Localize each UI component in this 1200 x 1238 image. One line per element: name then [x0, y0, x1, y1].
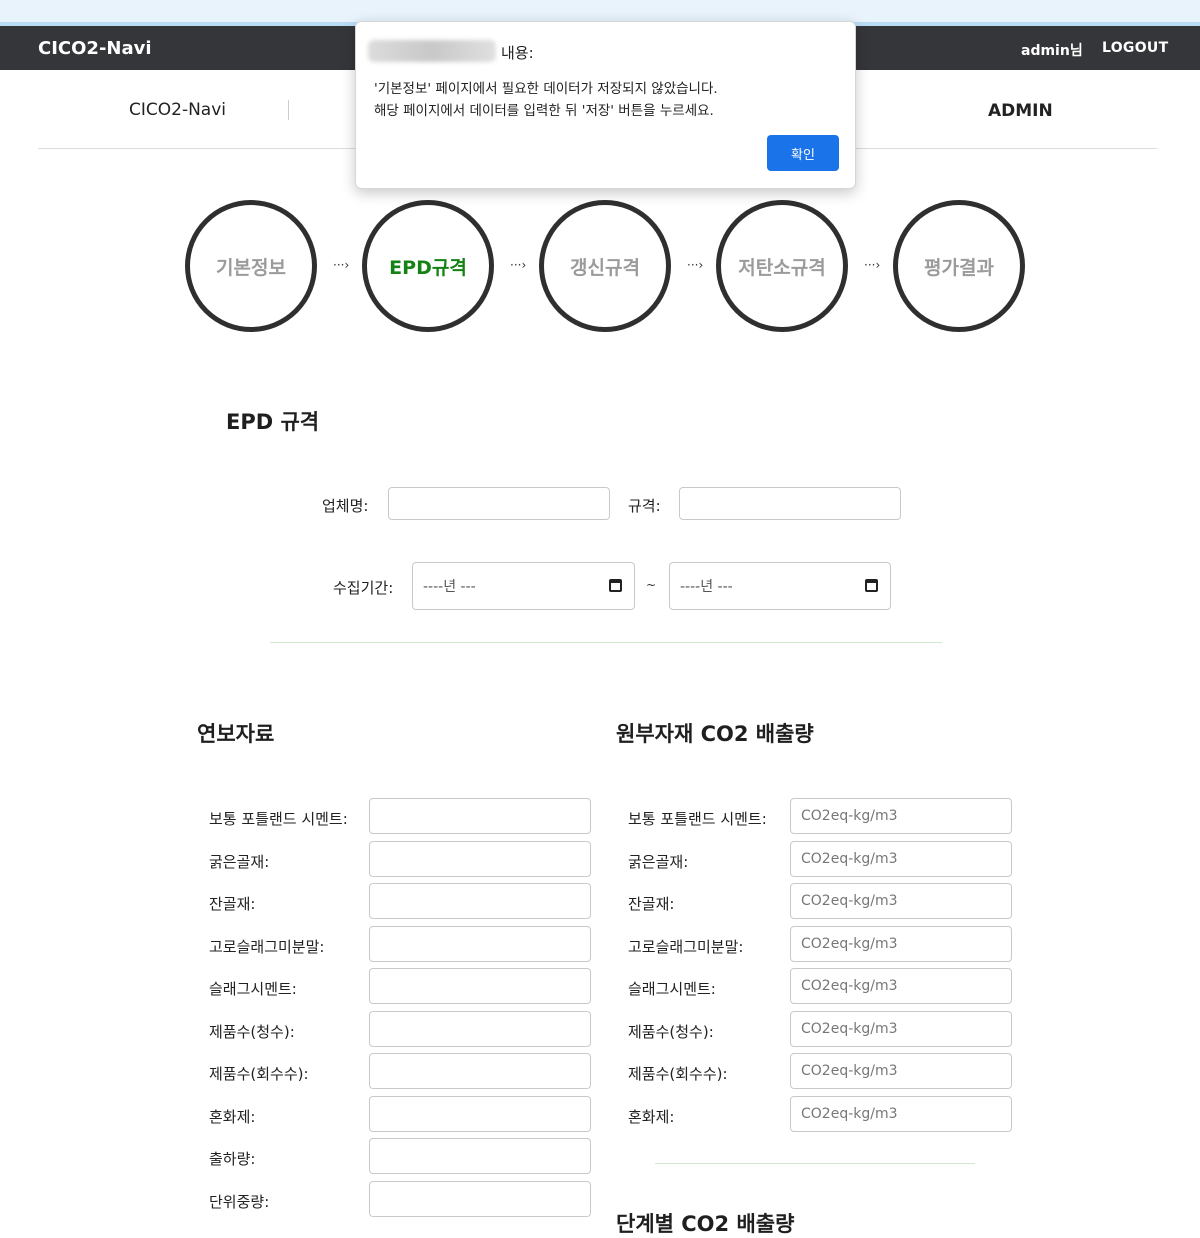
company-label: 업체명:: [322, 497, 369, 515]
logout-link[interactable]: LOGOUT: [1102, 40, 1168, 56]
end-date-value: ----년 ---: [680, 579, 733, 595]
stage-co2-section-title: 단계별 CO2 배출량: [616, 1212, 795, 1236]
co2-input-admixture[interactable]: [790, 1096, 1012, 1132]
calendar-icon[interactable]: [865, 579, 878, 592]
co2-input-ggbs[interactable]: [790, 926, 1012, 962]
annual-label-coarse: 굵은골재:: [209, 853, 270, 871]
annual-label-water-recycled: 제품수(회수수):: [209, 1065, 309, 1083]
co2-label-fine: 잔골재:: [628, 895, 675, 913]
annual-input-opc[interactable]: [369, 798, 591, 834]
dialog-ok-button[interactable]: 확인: [767, 135, 839, 171]
co2-label-admixture: 혼화제:: [628, 1108, 675, 1126]
dialog-title: 내용:: [501, 44, 534, 62]
annual-label-opc: 보통 포틀랜드 시멘트:: [209, 810, 348, 828]
co2-label-water-clean: 제품수(청수):: [628, 1023, 714, 1041]
co2-label-ggbs: 고로슬래그미분말:: [628, 938, 744, 956]
dialog-message-line-1: '기본정보' 페이지에서 필요한 데이터가 저장되지 않았습니다.: [374, 81, 718, 97]
section-divider: [270, 642, 942, 643]
annual-input-unit-weight[interactable]: [369, 1181, 591, 1217]
step-epd[interactable]: EPD규격: [362, 200, 494, 332]
step-arrow-icon: ···›: [333, 258, 350, 272]
step-basic-info[interactable]: 기본정보: [185, 200, 317, 332]
annual-input-admixture[interactable]: [369, 1096, 591, 1132]
co2-section-title: 원부자재 CO2 배출량: [616, 722, 814, 746]
annual-label-admixture: 혼화제:: [209, 1108, 256, 1126]
annual-input-slag-cement[interactable]: [369, 968, 591, 1004]
step-low-carbon[interactable]: 저탄소규격: [716, 200, 848, 332]
co2-input-fine[interactable]: [790, 883, 1012, 919]
annual-input-water-clean[interactable]: [369, 1011, 591, 1047]
annual-input-water-recycled[interactable]: [369, 1053, 591, 1089]
spec-label: 규격:: [628, 497, 661, 515]
co2-label-slag-cement: 슬래그시멘트:: [628, 980, 716, 998]
co2-label-water-recycled: 제품수(회수수):: [628, 1065, 728, 1083]
admin-link[interactable]: ADMIN: [988, 101, 1053, 121]
subnav-brand[interactable]: CICO2-Navi: [129, 100, 226, 120]
calendar-icon[interactable]: [609, 579, 622, 592]
annual-input-ggbs[interactable]: [369, 926, 591, 962]
dialog-origin-blurred: [368, 40, 496, 62]
annual-label-shipment: 출하량:: [209, 1150, 256, 1168]
start-date-picker[interactable]: ----년 ---: [412, 562, 635, 610]
annual-label-water-clean: 제품수(청수):: [209, 1023, 295, 1041]
alert-dialog: 내용: '기본정보' 페이지에서 필요한 데이터가 저장되지 않았습니다. 해당…: [355, 21, 856, 189]
step-arrow-icon: ···›: [864, 258, 881, 272]
period-label: 수집기간:: [333, 579, 394, 597]
annual-label-unit-weight: 단위중량:: [209, 1193, 270, 1211]
step-arrow-icon: ···›: [687, 258, 704, 272]
navbar-brand[interactable]: CICO2-Navi: [38, 38, 152, 59]
end-date-picker[interactable]: ----년 ---: [669, 562, 891, 610]
co2-label-opc: 보통 포틀랜드 시멘트:: [628, 810, 767, 828]
step-renewal[interactable]: 갱신규격: [539, 200, 671, 332]
annual-input-coarse[interactable]: [369, 841, 591, 877]
co2-input-water-recycled[interactable]: [790, 1053, 1012, 1089]
annual-section-title: 연보자료: [197, 722, 275, 746]
section-divider: [655, 1163, 975, 1164]
annual-input-shipment[interactable]: [369, 1138, 591, 1174]
annual-label-ggbs: 고로슬래그미분말:: [209, 938, 325, 956]
co2-input-coarse[interactable]: [790, 841, 1012, 877]
co2-label-coarse: 굵은골재:: [628, 853, 689, 871]
start-date-value: ----년 ---: [423, 579, 476, 595]
step-result[interactable]: 평가결과: [893, 200, 1025, 332]
epd-section-title: EPD 규격: [226, 410, 320, 434]
annual-label-slag-cement: 슬래그시멘트:: [209, 980, 297, 998]
co2-input-water-clean[interactable]: [790, 1011, 1012, 1047]
step-arrow-icon: ···›: [510, 258, 527, 272]
date-range-separator: ~: [646, 578, 657, 592]
dialog-message-line-2: 해당 페이지에서 데이터를 입력한 뒤 '저장' 버튼을 누르세요.: [374, 103, 714, 119]
co2-input-opc[interactable]: [790, 798, 1012, 834]
spec-input[interactable]: [679, 487, 901, 520]
subnav-divider: [288, 100, 289, 120]
annual-label-fine: 잔골재:: [209, 895, 256, 913]
user-name: admin님: [1021, 43, 1083, 59]
company-input[interactable]: [388, 487, 610, 520]
co2-input-slag-cement[interactable]: [790, 968, 1012, 1004]
annual-input-fine[interactable]: [369, 883, 591, 919]
